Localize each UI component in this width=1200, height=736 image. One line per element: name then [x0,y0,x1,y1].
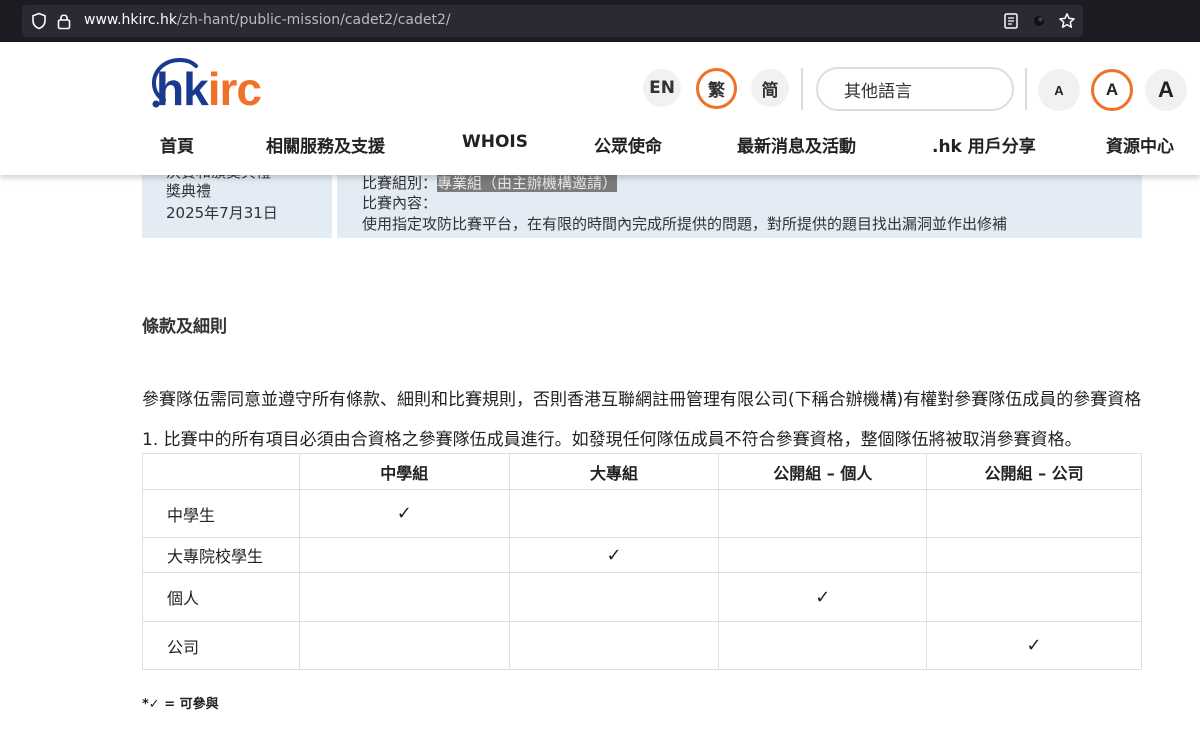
main-nav: 首頁 相關服務及支援 WHOIS 公眾使命 最新消息及活動 .hk 用戶分享 資… [0,132,1200,162]
check-cell [508,621,720,670]
table-row: 大專院校學生 ✓ [142,537,1142,573]
table-row: 中學生 ✓ [142,489,1142,538]
schedule-cell: 決賽和頒獎典禮 獎典禮 2025年7月31日 [142,163,332,238]
check-cell [926,537,1142,573]
check-cell [508,489,720,538]
shield-icon[interactable] [30,12,48,30]
divider [1025,68,1027,110]
category-label: 比賽組別： [362,174,438,192]
check-cell [718,489,928,538]
table-header: 中學組 [298,453,510,490]
url-path: /zh-hant/public-mission/cadet2/cadet2/ [176,12,451,28]
font-size-large-button[interactable]: A [1145,69,1187,111]
check-cell [298,621,510,670]
schedule-event-line2: 獎典禮 [166,182,212,200]
table-footnote: *✓ = 可參與 [142,697,219,712]
nav-item-news-events[interactable]: 最新消息及活動 [737,132,856,157]
category-value: 專業組（由主辦機構邀請） [437,174,618,192]
row-label: 大專院校學生 [142,537,300,573]
check-cell [718,621,928,670]
check-cell [298,572,510,622]
table-row: 個人 ✓ [142,572,1142,622]
terms-rule-1: 1. 比賽中的所有項目必須由合資格之參賽隊伍成員進行。如發現任何隊伍成員不符合參… [142,430,1082,450]
category-line: 比賽組別：專業組（由主辦機構邀請） [362,172,618,193]
lang-traditional-button[interactable]: 繁 [696,68,737,109]
nav-item-resources[interactable]: 資源中心 [1106,132,1174,157]
nav-item-whois[interactable]: WHOIS [462,132,528,152]
nav-item-user-sharing[interactable]: .hk 用戶分享 [932,132,1036,157]
font-size-medium-button[interactable]: A [1091,69,1133,111]
logo-text[interactable]: hkirc [156,62,262,116]
check-cell: ✓ [718,572,928,622]
table-header-row: 中學組 大專組 公開組 – 個人 公開組 – 公司 [142,453,1142,490]
table-header [142,453,300,490]
table-header: 公開組 – 個人 [718,453,928,490]
check-cell [926,572,1142,622]
terms-intro: 參賽隊伍需同意並遵守所有條款、細則和比賽規則，否則香港互聯網註冊管理有限公司(下… [142,390,1142,410]
content-value: 使用指定攻防比賽平台，在有限的時間內完成所提供的問題，對所提供的題目找出漏洞並作… [362,215,1008,233]
check-cell [298,537,510,573]
reader-view-icon[interactable] [1002,12,1020,30]
check-cell: ✓ [926,621,1142,670]
site-header: hkirc EN 繁 简 其他語言 A A A 首頁 相關服務及支援 WHOIS… [0,42,1200,175]
url-domain: www.hkirc.hk [84,12,177,28]
lock-icon[interactable] [56,12,72,30]
content-label: 比賽內容： [362,194,438,212]
check-cell [508,572,720,622]
terms-title: 條款及細則 [142,317,227,337]
table-row: 公司 ✓ [142,621,1142,670]
lang-en-button[interactable]: EN [643,69,681,107]
nav-item-services[interactable]: 相關服務及支援 [266,132,385,157]
browser-toolbar: www.hkirc.hk/zh-hant/public-mission/cade… [0,0,1200,42]
logo-irc: irc [207,63,262,115]
row-label: 個人 [142,572,300,622]
divider [801,68,803,110]
other-language-select[interactable]: 其他語言 [816,67,1014,111]
nav-item-home[interactable]: 首頁 [160,132,194,157]
check-cell [926,489,1142,538]
bookmark-star-icon[interactable] [1058,12,1076,30]
eligibility-table: 中學組 大專組 公開組 – 個人 公開組 – 公司 中學生 ✓ 大專院校學生 ✓… [142,453,1142,670]
schedule-date: 2025年7月31日 [166,204,278,222]
nav-item-public-mission[interactable]: 公眾使命 [594,132,662,157]
address-bar[interactable]: www.hkirc.hk/zh-hant/public-mission/cade… [22,5,1083,37]
check-cell: ✓ [508,537,720,573]
row-label: 中學生 [142,489,300,538]
logo-hk: hk [156,63,209,115]
row-label: 公司 [142,621,300,670]
table-header: 大專組 [508,453,720,490]
url-text[interactable]: www.hkirc.hk/zh-hant/public-mission/cade… [84,12,451,28]
font-size-small-button[interactable]: A [1038,69,1080,111]
schedule-detail-cell: 比賽組別：專業組（由主辦機構邀請） 比賽內容： 使用指定攻防比賽平台，在有限的時… [337,172,1142,238]
table-header: 公開組 – 公司 [926,453,1142,490]
check-cell: ✓ [298,489,510,538]
extension-icon[interactable] [1030,12,1048,30]
lang-simplified-button[interactable]: 简 [751,69,789,107]
check-cell [718,537,928,573]
